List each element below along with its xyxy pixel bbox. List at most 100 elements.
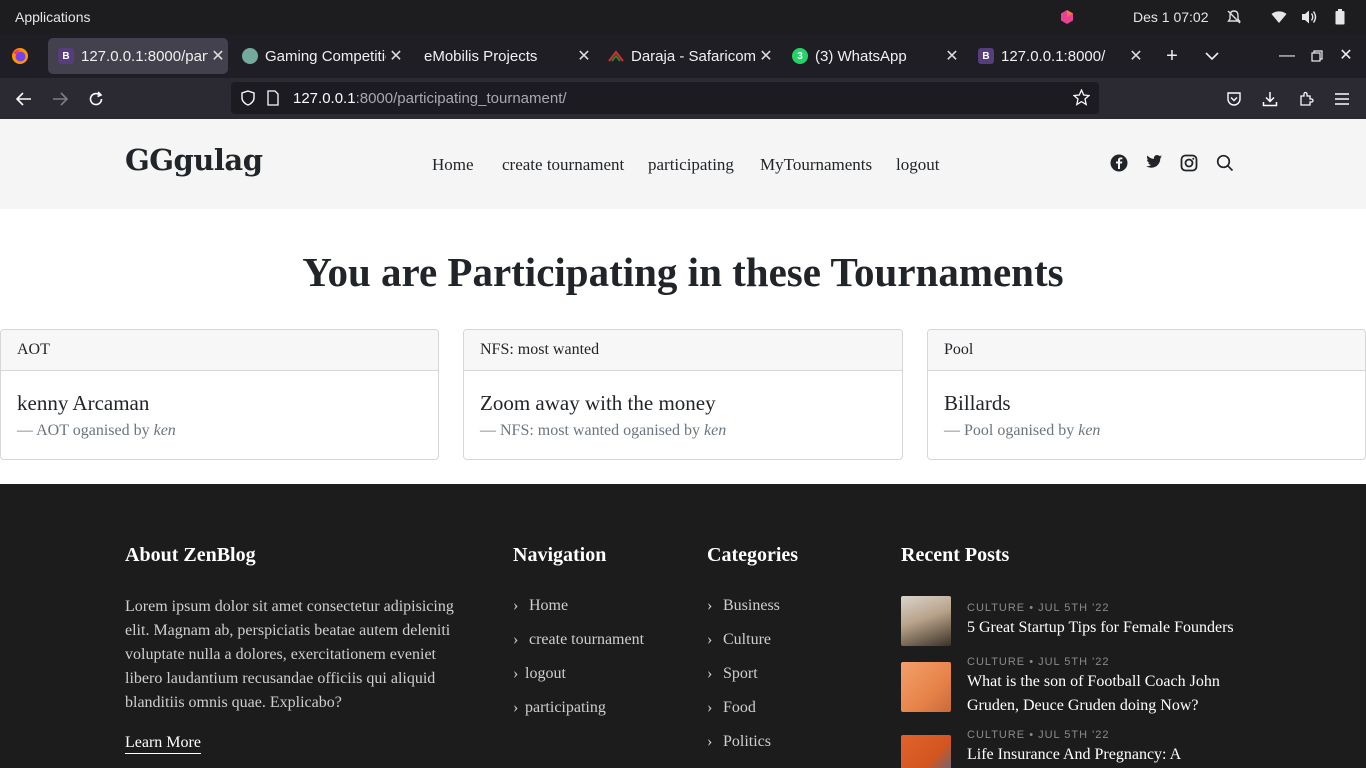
search-icon[interactable] (1216, 154, 1236, 174)
close-tab-icon[interactable]: ✕ (208, 46, 228, 66)
browser-toolbar: 127.0.0.1:8000/participating_tournament/ (0, 78, 1366, 119)
post-title-link[interactable]: 5 Great Startup Tips for Female Founders (967, 616, 1237, 640)
card-organiser: ken (1078, 422, 1101, 439)
address-bar[interactable]: 127.0.0.1:8000/participating_tournament/ (231, 82, 1099, 114)
card-footer: — AOT oganised by ken (17, 422, 176, 440)
category-culture[interactable]: › Culture (707, 631, 771, 649)
list-tabs-chevron-down-icon[interactable] (1200, 44, 1224, 68)
notifications-off-icon[interactable] (1225, 8, 1243, 26)
card-footer-prefix: — AOT oganised by (17, 422, 154, 439)
card-tournament-name: Zoom away with the money (480, 391, 716, 415)
post-thumbnail[interactable] (901, 662, 951, 712)
battery-icon[interactable] (1331, 8, 1349, 26)
firefox-icon[interactable] (11, 47, 29, 65)
url-text[interactable]: 127.0.0.1:8000/participating_tournament/ (293, 90, 567, 107)
footer-about-text: Lorem ipsum dolor sit amet consectetur a… (125, 598, 454, 711)
hamburger-menu-icon[interactable] (1329, 86, 1355, 112)
chevron-right-icon: › (513, 631, 519, 648)
wifi-icon[interactable] (1270, 8, 1288, 26)
post-title-link[interactable]: Life Insurance And Pregnancy: A Working (967, 743, 1237, 768)
category-politics[interactable]: › Politics (707, 733, 771, 751)
chevron-right-icon: › (513, 597, 519, 614)
clock[interactable]: Des 1 07:02 (1133, 9, 1209, 25)
nav-create-tournament[interactable]: create tournament (502, 155, 624, 175)
close-window-icon[interactable]: ✕ (1334, 44, 1358, 68)
card-footer-prefix: — Pool oganised by (944, 422, 1079, 439)
close-tab-icon[interactable]: ✕ (386, 46, 406, 66)
card-tournament-name: Billards (944, 391, 1011, 415)
card-header-game: NFS: most wanted (464, 330, 902, 371)
reload-icon[interactable] (83, 86, 109, 112)
url-host: 127.0.0.1 (293, 90, 356, 107)
card-footer: — NFS: most wanted oganised by ken (480, 422, 726, 440)
footer-nav-create-tournament[interactable]: › create tournament (513, 631, 644, 649)
bookmark-star-icon[interactable] (1072, 88, 1091, 111)
tournament-card[interactable]: AOT kenny Arcaman — AOT oganised by ken (0, 329, 439, 460)
chevron-right-icon: › (513, 665, 519, 682)
post-thumbnail[interactable] (901, 735, 951, 768)
applications-menu[interactable]: Applications (15, 9, 91, 25)
os-top-bar: Applications Des 1 07:02 (0, 0, 1366, 34)
app-indicator-icon[interactable] (1058, 8, 1076, 26)
volume-icon[interactable] (1300, 8, 1318, 26)
close-tab-icon[interactable]: ✕ (1126, 46, 1146, 66)
category-business[interactable]: › Business (707, 597, 780, 615)
shield-icon[interactable] (241, 90, 255, 111)
card-footer-prefix: — NFS: most wanted oganised by (480, 422, 704, 439)
close-tab-icon[interactable]: ✕ (942, 46, 962, 66)
tournament-card[interactable]: NFS: most wanted Zoom away with the mone… (463, 329, 903, 460)
nav-home[interactable]: Home (432, 155, 474, 175)
bootstrap-favicon-icon: B (978, 48, 994, 64)
nav-logout[interactable]: logout (896, 155, 939, 175)
card-organiser: ken (153, 422, 176, 439)
footer-link-label: create tournament (529, 631, 645, 648)
instagram-icon[interactable] (1180, 154, 1200, 174)
tab-localhost[interactable]: B 127.0.0.1:8000/ ✕ (968, 38, 1146, 74)
tournament-card[interactable]: Pool Billards — Pool oganised by ken (927, 329, 1366, 460)
footer-nav-home[interactable]: › Home (513, 597, 568, 615)
back-arrow-icon[interactable] (11, 86, 37, 112)
footer-nav-logout[interactable]: › logout (513, 665, 566, 683)
close-tab-icon[interactable]: ✕ (574, 46, 594, 66)
site-header: GGgulag Home create tournament participa… (0, 119, 1366, 209)
tab-title: Gaming Competition (265, 47, 386, 65)
tab-participating[interactable]: B 127.0.0.1:8000/participating_tournamen… (48, 38, 228, 74)
tab-whatsapp[interactable]: 3 (3) WhatsApp ✕ (782, 38, 962, 74)
pocket-icon[interactable] (1221, 86, 1247, 112)
new-tab-plus-icon[interactable]: + (1160, 44, 1184, 68)
downloads-icon[interactable] (1257, 86, 1283, 112)
tab-title: 127.0.0.1:8000/ (1001, 47, 1106, 65)
tab-daraja[interactable]: Daraja - Safaricom API ✕ (598, 38, 776, 74)
forward-arrow-icon[interactable] (47, 86, 73, 112)
extensions-icon[interactable] (1293, 86, 1319, 112)
category-label: Politics (723, 733, 772, 750)
card-footer: — Pool oganised by ken (944, 422, 1100, 440)
learn-more-link[interactable]: Learn More (125, 734, 201, 754)
page-title: You are Participating in these Tournamen… (302, 249, 1064, 295)
page-info-icon[interactable] (267, 90, 279, 111)
nav-participating[interactable]: participating (648, 155, 734, 175)
footer-recent-posts-heading: Recent Posts (901, 544, 1010, 566)
footer-link-label: participating (525, 699, 606, 716)
footer-nav-participating[interactable]: › participating (513, 699, 606, 717)
category-label: Sport (723, 665, 758, 682)
whatsapp-icon: 3 (792, 48, 808, 64)
nav-mytournaments[interactable]: MyTournaments (760, 155, 872, 175)
facebook-icon[interactable] (1110, 154, 1130, 174)
twitter-icon[interactable] (1145, 154, 1165, 174)
minimize-icon[interactable]: — (1275, 44, 1299, 68)
tab-gaming-competition[interactable]: Gaming Competition ✕ (232, 38, 406, 74)
category-food[interactable]: › Food (707, 699, 756, 717)
site-footer: About ZenBlog Lorem ipsum dolor sit amet… (0, 484, 1366, 768)
tab-title: Daraja - Safaricom API (631, 47, 756, 65)
category-sport[interactable]: › Sport (707, 665, 758, 683)
post-meta: CULTURE • JUL 5TH '22 (967, 656, 1110, 668)
chevron-right-icon: › (707, 733, 713, 750)
close-tab-icon[interactable]: ✕ (756, 46, 776, 66)
post-title-link[interactable]: What is the son of Football Coach John G… (967, 670, 1237, 718)
site-logo[interactable]: GGgulag (125, 143, 263, 177)
tab-emobilis-projects[interactable]: eMobilis Projects ✕ (414, 38, 594, 74)
maximize-icon[interactable] (1305, 44, 1329, 68)
post-thumbnail[interactable] (901, 596, 951, 646)
category-label: Food (723, 699, 756, 716)
